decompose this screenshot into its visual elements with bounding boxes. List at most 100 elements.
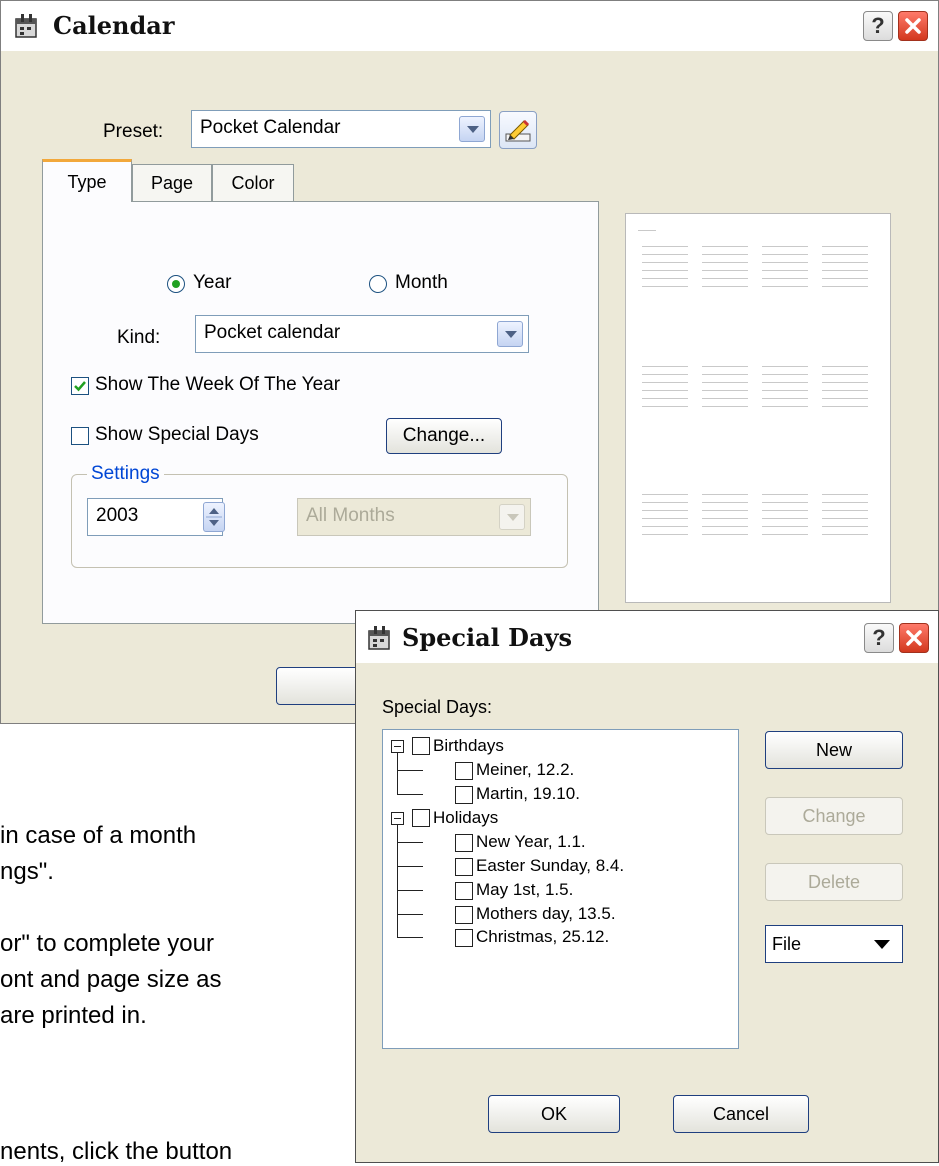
preview-line: [642, 286, 688, 287]
kind-label: Kind:: [117, 327, 161, 348]
chevron-down-icon[interactable]: [459, 116, 485, 142]
chevron-down-icon[interactable]: [499, 504, 525, 530]
preview-line: [762, 262, 808, 263]
preview-line: [702, 254, 748, 255]
kind-dropdown[interactable]: Pocket calendar: [195, 315, 529, 353]
tree-checkbox[interactable]: [455, 786, 473, 804]
tree-checkbox[interactable]: [455, 906, 473, 924]
tree-checkbox[interactable]: [412, 809, 430, 827]
tab-type[interactable]: Type: [42, 159, 132, 202]
show-week-checkbox[interactable]: [71, 377, 89, 395]
tree-checkbox[interactable]: [412, 737, 430, 755]
tree-item[interactable]: New Year, 1.1.: [476, 832, 586, 852]
radio-year[interactable]: [167, 275, 185, 293]
tree-group-holidays[interactable]: Holidays: [433, 808, 498, 828]
tree-line: [397, 914, 423, 915]
preview-line: [762, 398, 808, 399]
tree-item[interactable]: May 1st, 1.5.: [476, 880, 573, 900]
tree-line: [397, 866, 423, 867]
preview-line: [702, 270, 748, 271]
year-stepper[interactable]: [203, 502, 225, 532]
preview-line: [642, 366, 688, 367]
tree-line: [397, 937, 423, 938]
preview-line: [642, 270, 688, 271]
preview-line: [762, 366, 808, 367]
tree-item[interactable]: Meiner, 12.2.: [476, 760, 574, 780]
show-special-checkbox[interactable]: [71, 427, 89, 445]
special-days-tree[interactable]: Birthdays Meiner, 12.2. Martin, 19.10. H…: [382, 729, 739, 1049]
preview-line: [642, 494, 688, 495]
tab-color[interactable]: Color: [212, 164, 294, 202]
preview-line: [702, 374, 748, 375]
special-days-close-button[interactable]: [899, 623, 929, 653]
preview-line: [822, 494, 868, 495]
tree-item[interactable]: Martin, 19.10.: [476, 784, 580, 804]
preview-line: [642, 382, 688, 383]
new-button[interactable]: New: [765, 731, 903, 769]
preview-line: [762, 534, 808, 535]
tree-item[interactable]: Easter Sunday, 8.4.: [476, 856, 624, 876]
checkmark-icon: [74, 381, 86, 392]
preview-line: [642, 406, 688, 407]
radio-month[interactable]: [369, 275, 387, 293]
tree-checkbox[interactable]: [455, 762, 473, 780]
preview-line: [702, 390, 748, 391]
edit-preset-button[interactable]: [499, 111, 537, 149]
tree-checkbox[interactable]: [455, 929, 473, 947]
special-days-cancel-button[interactable]: Cancel: [673, 1095, 809, 1133]
preview-line: [822, 278, 868, 279]
preview-line: [702, 382, 748, 383]
preview-line: [822, 246, 868, 247]
preview-line: [702, 518, 748, 519]
caret-down-icon: [874, 940, 890, 949]
calendar-title: Calendar: [53, 11, 175, 40]
preview-line: [822, 534, 868, 535]
file-menu-button[interactable]: File: [765, 925, 903, 963]
radio-month-label: Month: [395, 272, 448, 293]
change-button[interactable]: Change: [765, 797, 903, 835]
calendar-close-button[interactable]: [898, 11, 928, 41]
show-week-label: Show The Week Of The Year: [95, 374, 341, 395]
change-special-days-button[interactable]: Change...: [386, 418, 502, 454]
calendar-help-button[interactable]: ?: [863, 11, 893, 41]
preview-line: [642, 518, 688, 519]
preview-line: [642, 502, 688, 503]
preview-line: [822, 286, 868, 287]
tree-item[interactable]: Mothers day, 13.5.: [476, 904, 616, 924]
preview-line: [642, 398, 688, 399]
preview-line: [642, 534, 688, 535]
tree-line: [397, 842, 423, 843]
special-days-help-button[interactable]: ?: [864, 623, 894, 653]
tree-line: [397, 794, 423, 795]
chevron-down-icon[interactable]: [497, 321, 523, 347]
tree-item[interactable]: Christmas, 25.12.: [476, 927, 609, 947]
preview-line: [762, 286, 808, 287]
preview-line: [822, 374, 868, 375]
tree-checkbox[interactable]: [455, 882, 473, 900]
doc-text-line-5: are printed in.: [0, 1002, 147, 1029]
delete-button[interactable]: Delete: [765, 863, 903, 901]
preview-line: [642, 246, 688, 247]
preview-line: [702, 366, 748, 367]
tab-page[interactable]: Page: [132, 164, 212, 202]
tree-checkbox[interactable]: [455, 858, 473, 876]
calendar-titlebar: Calendar ?: [1, 1, 938, 51]
months-value: All Months: [306, 505, 395, 526]
tree-checkbox[interactable]: [455, 834, 473, 852]
show-special-label: Show Special Days: [95, 424, 259, 445]
tree-line: [397, 770, 423, 771]
months-dropdown[interactable]: All Months: [297, 498, 531, 536]
preview-line: [762, 510, 808, 511]
doc-text-line-4: ont and page size as: [0, 966, 222, 993]
tree-group-birthdays[interactable]: Birthdays: [433, 736, 504, 756]
close-icon: [906, 630, 922, 646]
preview-line: [762, 254, 808, 255]
preview-line: [702, 502, 748, 503]
special-days-ok-button[interactable]: OK: [488, 1095, 620, 1133]
preset-dropdown[interactable]: Pocket Calendar: [191, 110, 491, 148]
calendar-preview: [625, 213, 891, 603]
preview-line: [822, 518, 868, 519]
collapse-icon[interactable]: [391, 740, 404, 753]
collapse-icon[interactable]: [391, 812, 404, 825]
close-icon: [905, 18, 921, 34]
